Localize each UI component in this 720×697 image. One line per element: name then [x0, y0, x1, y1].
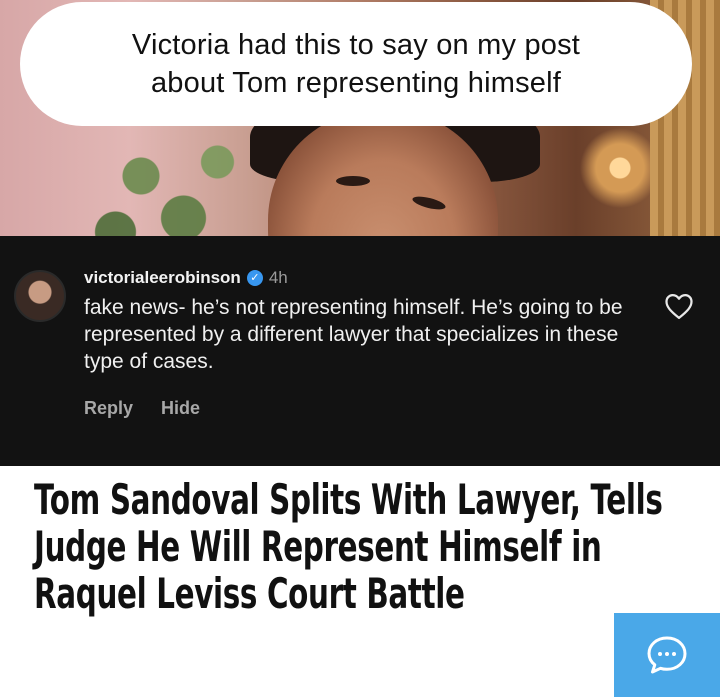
- hide-button[interactable]: Hide: [161, 398, 200, 419]
- heart-icon[interactable]: [664, 292, 694, 320]
- reply-button[interactable]: Reply: [84, 398, 133, 419]
- chat-button[interactable]: [614, 613, 720, 697]
- comment-timestamp: 4h: [268, 268, 288, 287]
- comment-panel: victorialeerobinson ✓ 4h fake news- he’s…: [0, 236, 720, 466]
- plant-leaves: [90, 120, 260, 236]
- verified-badge-icon: ✓: [246, 270, 263, 286]
- caption-bubble: Victoria had this to say on my post abou…: [20, 2, 692, 126]
- comment-header: victorialeerobinson ✓ 4h: [84, 268, 288, 288]
- comment-text: fake news- he’s not representing himself…: [84, 296, 623, 373]
- caption-text: Victoria had this to say on my post abou…: [131, 29, 581, 99]
- comment-username[interactable]: victorialeerobinson: [84, 268, 241, 288]
- person-eye-left: [336, 176, 370, 186]
- avatar[interactable]: [14, 270, 66, 322]
- article-headline[interactable]: Tom Sandoval Splits With Lawyer, Tells J…: [34, 476, 664, 617]
- chat-bubble-icon: [647, 636, 687, 674]
- comment-actions: Reply Hide: [84, 398, 200, 419]
